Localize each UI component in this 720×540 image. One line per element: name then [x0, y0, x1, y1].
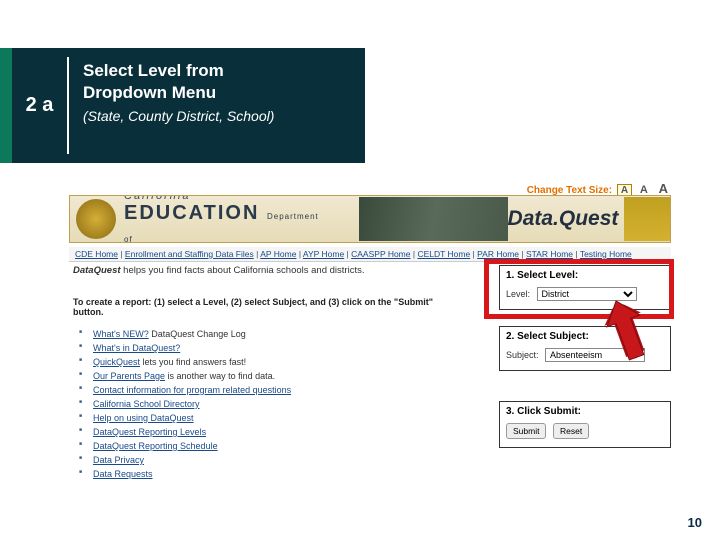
- banner-right-graphic: [624, 197, 670, 241]
- panel1-header: 1. Select Level:: [506, 270, 664, 281]
- link-levels[interactable]: DataQuest Reporting Levels: [93, 427, 206, 437]
- link-whats-in[interactable]: What's in DataQuest?: [93, 343, 180, 353]
- text-size-large[interactable]: A: [656, 181, 671, 196]
- list-item: DataQuest Reporting Levels: [83, 425, 478, 439]
- bc-5[interactable]: CELDT Home: [417, 249, 470, 259]
- list-item: California School Directory: [83, 397, 478, 411]
- select-subject-panel: 2. Select Subject: Subject: Absenteeism: [499, 326, 671, 371]
- subject-select[interactable]: Absenteeism: [545, 348, 645, 362]
- bc-6[interactable]: PAR Home: [477, 249, 519, 259]
- select-level-panel: 1. Select Level: Level: District: [499, 265, 671, 310]
- dept-word: EDUCATION Department of: [124, 202, 329, 243]
- level-select[interactable]: District: [537, 287, 637, 301]
- list-item: QuickQuest lets you find answers fast!: [83, 355, 478, 369]
- dept-title: California EDUCATION Department of: [124, 195, 329, 243]
- link-requests[interactable]: Data Requests: [93, 469, 153, 479]
- list-item: DataQuest Reporting Schedule: [83, 439, 478, 453]
- bc-2[interactable]: AP Home: [260, 249, 296, 259]
- bc-8[interactable]: Testing Home: [580, 249, 632, 259]
- link-help[interactable]: Help on using DataQuest: [93, 413, 194, 423]
- link-privacy[interactable]: Data Privacy: [93, 455, 144, 465]
- bc-4[interactable]: CAASPP Home: [351, 249, 410, 259]
- intro-text: DataQuest helps you find facts about Cal…: [73, 265, 453, 276]
- list-item: Contact information for program related …: [83, 383, 478, 397]
- panel2-header: 2. Select Subject:: [506, 331, 664, 342]
- bc-0[interactable]: CDE Home: [75, 249, 118, 259]
- list-item: What's in DataQuest?: [83, 341, 478, 355]
- level-label: Level:: [506, 289, 530, 299]
- list-item: Our Parents Page is another way to find …: [83, 369, 478, 383]
- list-item: Help on using DataQuest: [83, 411, 478, 425]
- link-directory[interactable]: California School Directory: [93, 399, 200, 409]
- state-seal-icon: [76, 199, 116, 239]
- education-word: EDUCATION: [124, 202, 259, 224]
- intro-rest: helps you find facts about California sc…: [121, 265, 365, 276]
- reset-button[interactable]: Reset: [553, 423, 589, 439]
- panel3-header: 3. Click Submit:: [506, 406, 664, 417]
- bc-1[interactable]: Enrollment and Staffing Data Files: [125, 249, 254, 259]
- accent-stripe: [0, 48, 12, 163]
- step-text: Select Level from Dropdown Menu (State, …: [69, 48, 365, 163]
- step-title-line1: Select Level from: [83, 61, 224, 80]
- list-item: Data Privacy: [83, 453, 478, 467]
- link-list: What's NEW? DataQuest Change Log What's …: [83, 327, 478, 481]
- link-contact[interactable]: Contact information for program related …: [93, 385, 291, 395]
- submit-button[interactable]: Submit: [506, 423, 546, 439]
- submit-panel: 3. Click Submit: Submit Reset: [499, 401, 671, 448]
- screenshot-frame: Change Text Size: A A A California EDUCA…: [69, 181, 671, 511]
- step-number: 2 a: [12, 48, 67, 163]
- subject-label: Subject:: [506, 350, 539, 360]
- dataquest-logo: Data.Quest: [508, 207, 619, 231]
- bc-7[interactable]: STAR Home: [526, 249, 573, 259]
- link-whats-new[interactable]: What's NEW?: [93, 329, 149, 339]
- instructions: To create a report: (1) select a Level, …: [73, 297, 463, 317]
- site-banner: California EDUCATION Department of Data.…: [69, 195, 671, 243]
- step-title-line2: Dropdown Menu: [83, 83, 216, 102]
- breadcrumb: CDE Home | Enrollment and Staffing Data …: [69, 247, 671, 262]
- step-subtitle: (State, County District, School): [83, 108, 355, 124]
- link-quickquest[interactable]: QuickQuest: [93, 357, 140, 367]
- step-title: Select Level from Dropdown Menu: [83, 60, 355, 104]
- step-header: 2 a Select Level from Dropdown Menu (Sta…: [0, 48, 365, 163]
- banner-photo: [359, 197, 508, 241]
- intro-bold: DataQuest: [73, 265, 121, 276]
- state-name: California: [124, 195, 329, 202]
- link-schedule[interactable]: DataQuest Reporting Schedule: [93, 441, 218, 451]
- page-number: 10: [688, 515, 702, 530]
- link-parents[interactable]: Our Parents Page: [93, 371, 165, 381]
- bc-3[interactable]: AYP Home: [303, 249, 344, 259]
- list-item: Data Requests: [83, 467, 478, 481]
- list-item: What's NEW? DataQuest Change Log: [83, 327, 478, 341]
